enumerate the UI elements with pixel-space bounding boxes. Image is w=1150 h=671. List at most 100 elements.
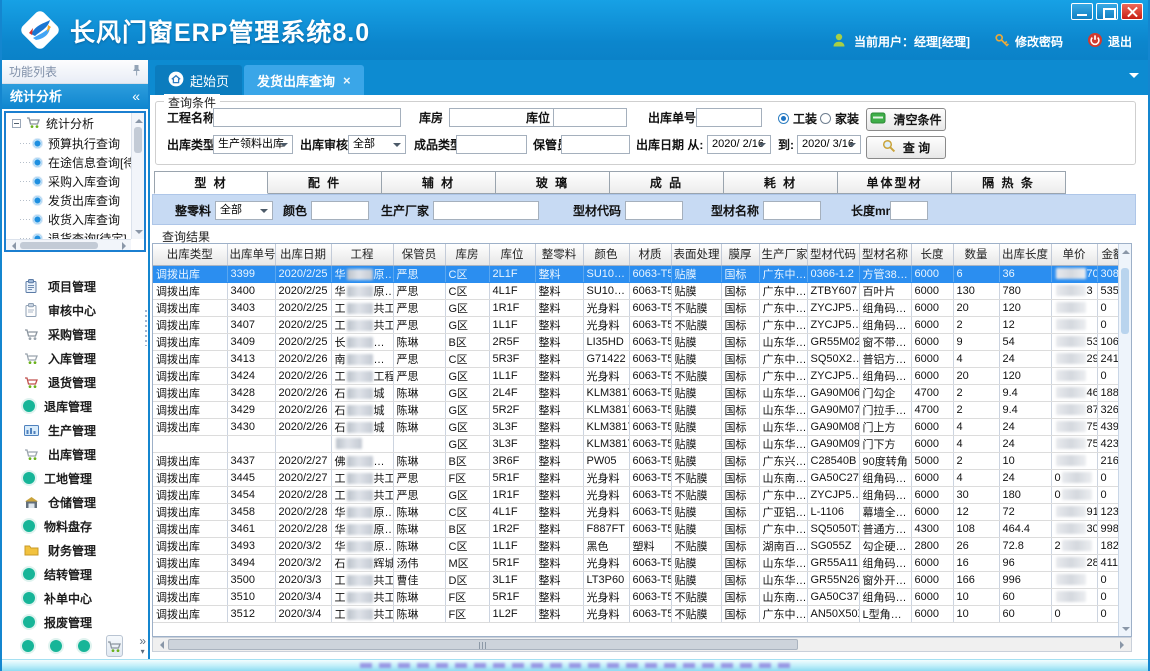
name-input[interactable] bbox=[763, 201, 821, 220]
close-button[interactable] bbox=[1121, 3, 1143, 20]
cart-shortcut-button[interactable] bbox=[106, 635, 123, 657]
change-password-button[interactable]: 修改密码 bbox=[994, 32, 1063, 51]
tree-item[interactable]: 在途信息查询[待 bbox=[6, 153, 144, 172]
column-header[interactable]: 生产厂家 bbox=[759, 244, 807, 265]
table-row[interactable]: 调拨出库34542020/2/28工共工程严思G区1R1F整料光身料6063-T… bbox=[153, 486, 1129, 503]
sidebar-module-item[interactable]: 报废管理 bbox=[2, 610, 148, 634]
tree-horizontal-scrollbar[interactable] bbox=[6, 239, 131, 250]
maximize-button[interactable] bbox=[1096, 3, 1118, 20]
search-button[interactable]: 查 询 bbox=[866, 136, 946, 159]
material-tab[interactable]: 辅 材 bbox=[382, 171, 496, 194]
tree-item[interactable]: 采购入库查询 bbox=[6, 172, 144, 191]
table-row[interactable]: 调拨出库34032020/2/25工共工程严思G区1R1F整料光身料6063-T… bbox=[153, 299, 1129, 316]
table-row[interactable]: 调拨出库34242020/2/26工工程严思G区1L1F整料光身料6063-T5… bbox=[153, 367, 1129, 384]
radio-gongzhuang[interactable]: 工装 bbox=[778, 110, 817, 127]
table-row[interactable]: 调拨出库35122020/3/4工共工程陈琳F区1L2F整料光身料6063-T5… bbox=[153, 605, 1129, 622]
sidebar-module-item[interactable]: 退库管理 bbox=[2, 394, 148, 418]
material-tab[interactable]: 隔 热 条 bbox=[952, 171, 1066, 194]
product-type-input[interactable] bbox=[456, 135, 527, 154]
material-tab[interactable]: 配 件 bbox=[268, 171, 382, 194]
column-header[interactable]: 出库类型 bbox=[153, 244, 227, 265]
table-row[interactable]: 调拨出库35002020/3/3工共工程曹佳D区3L1F整料LT3P606063… bbox=[153, 571, 1129, 588]
material-tab[interactable]: 型 材 bbox=[154, 171, 268, 194]
table-row[interactable]: G区3L3F整料KLM38176063-T5贴膜国标山东华…GA90M09.门下… bbox=[153, 435, 1129, 452]
sidebar-module-item[interactable]: 退货管理 bbox=[2, 370, 148, 394]
sidebar-module-item[interactable]: 仓储管理 bbox=[2, 490, 148, 514]
stats-section-header[interactable]: 统计分析 « bbox=[2, 84, 148, 109]
pin-icon[interactable] bbox=[132, 60, 141, 84]
radio-jiazhuang[interactable]: 家装 bbox=[820, 110, 859, 127]
tree-item[interactable]: 发货出库查询 bbox=[6, 191, 144, 210]
sidebar-module-item[interactable]: 生产管理 bbox=[2, 418, 148, 442]
expander-icon[interactable] bbox=[12, 119, 21, 128]
column-header[interactable]: 单价 bbox=[1051, 244, 1097, 265]
tree-vertical-scrollbar[interactable] bbox=[131, 113, 144, 239]
column-header[interactable]: 长度 bbox=[911, 244, 953, 265]
clear-conditions-button[interactable]: 清空条件 bbox=[866, 108, 946, 131]
minimize-button[interactable] bbox=[1071, 3, 1093, 20]
project-name-input[interactable] bbox=[213, 108, 401, 127]
table-horizontal-scrollbar[interactable] bbox=[152, 637, 1132, 652]
sidebar-module-item[interactable]: 结转管理 bbox=[2, 562, 148, 586]
material-tab[interactable]: 单体型材 bbox=[838, 171, 952, 194]
table-row[interactable]: 调拨出库34612020/2/28华原…陈琳B区1R2F整料F887FT6063… bbox=[153, 520, 1129, 537]
column-header[interactable]: 保管员 bbox=[393, 244, 445, 265]
collapse-chevron-icon[interactable]: « bbox=[132, 84, 140, 109]
table-row[interactable]: 调拨出库34302020/2/26石城陈琳G区3L3F整料KLM38176063… bbox=[153, 418, 1129, 435]
sidebar-module-item[interactable]: 项目管理 bbox=[2, 274, 148, 298]
table-row[interactable]: 调拨出库34582020/2/28华原…陈琳C区4L1F整料光身料6063-T5… bbox=[153, 503, 1129, 520]
order-no-input[interactable] bbox=[696, 108, 762, 127]
column-header[interactable]: 库位 bbox=[489, 244, 535, 265]
tab-home[interactable]: 起始页 bbox=[155, 65, 242, 95]
tree-item[interactable]: 收货入库查询 bbox=[6, 210, 144, 229]
column-header[interactable]: 库房 bbox=[445, 244, 489, 265]
table-row[interactable]: 调拨出库34452020/2/27工共工程严思F区5R1F整料光身料6063-T… bbox=[153, 469, 1129, 486]
date-to-picker[interactable]: 2020/ 3/16 bbox=[797, 135, 861, 154]
scrollbar-thumb[interactable] bbox=[168, 639, 798, 650]
sidebar-module-item[interactable]: 补单中心 bbox=[2, 586, 148, 610]
column-header[interactable]: 膜厚 bbox=[721, 244, 759, 265]
tree-item[interactable]: 预算执行查询 bbox=[6, 134, 144, 153]
material-tab[interactable]: 成 品 bbox=[610, 171, 724, 194]
out-type-dropdown[interactable]: 生产领料出库 bbox=[213, 135, 293, 154]
zl-dropdown[interactable]: 全部 bbox=[215, 201, 273, 220]
tree-root-stats[interactable]: 统计分析 bbox=[6, 113, 144, 134]
column-header[interactable]: 型材名称 bbox=[859, 244, 911, 265]
material-tab[interactable]: 耗 材 bbox=[724, 171, 838, 194]
column-header[interactable]: 工程 bbox=[331, 244, 393, 265]
date-from-picker[interactable]: 2020/ 2/16 bbox=[707, 135, 771, 154]
logout-button[interactable]: 退出 bbox=[1087, 32, 1132, 51]
sidebar-module-item[interactable]: 采购管理 bbox=[2, 322, 148, 346]
table-row[interactable]: 调拨出库34942020/3/2石辉城汤伟M区5R1F整料光身料6063-T5贴… bbox=[153, 554, 1129, 571]
sidebar-overflow-button[interactable]: »▾ bbox=[139, 637, 146, 656]
table-row[interactable]: 调拨出库34092020/2/25长…陈琳B区2R5F整料LI35HD6063-… bbox=[153, 333, 1129, 350]
column-header[interactable]: 数量 bbox=[953, 244, 999, 265]
column-header[interactable]: 出库日期 bbox=[275, 244, 331, 265]
factory-input[interactable] bbox=[433, 201, 539, 220]
column-header[interactable]: 材质 bbox=[629, 244, 671, 265]
table-row[interactable]: 调拨出库34002020/2/25华原…严思C区4L1F整料SU10…6063-… bbox=[153, 282, 1129, 299]
sidebar-module-item[interactable]: 财务管理 bbox=[2, 538, 148, 562]
tab-close-icon[interactable]: × bbox=[343, 73, 351, 88]
column-header[interactable]: 型材代码 bbox=[807, 244, 859, 265]
table-row[interactable]: 调拨出库34132020/2/26南…严思C区5R3F整料G714226063-… bbox=[153, 350, 1129, 367]
column-header[interactable]: 颜色 bbox=[583, 244, 629, 265]
material-tab[interactable]: 玻 璃 bbox=[496, 171, 610, 194]
column-header[interactable]: 表面处理 bbox=[671, 244, 721, 265]
length-input[interactable] bbox=[890, 201, 928, 220]
audit-dropdown[interactable]: 全部 bbox=[348, 135, 406, 154]
sidebar-module-item[interactable]: 审核中心 bbox=[2, 298, 148, 322]
column-header[interactable]: 整零料 bbox=[535, 244, 583, 265]
sidebar-module-item[interactable]: 入库管理 bbox=[2, 346, 148, 370]
sidebar-module-item[interactable]: 出库管理 bbox=[2, 442, 148, 466]
tab-shipment-out-query[interactable]: 发货出库查询× bbox=[244, 65, 364, 95]
keeper-input[interactable] bbox=[561, 135, 630, 154]
table-vertical-scrollbar[interactable] bbox=[1118, 244, 1131, 636]
table-row[interactable]: 调拨出库34282020/2/26石城陈琳G区2L4F整料KLM38176063… bbox=[153, 384, 1129, 401]
column-header[interactable]: 出库单号 bbox=[227, 244, 275, 265]
table-row[interactable]: 调拨出库33992020/2/25华原…严思C区2L1F整料SU10…6063-… bbox=[153, 265, 1129, 282]
table-row[interactable]: 调拨出库34072020/2/25工共工程严思G区1L1F整料光身料6063-T… bbox=[153, 316, 1129, 333]
table-row[interactable]: 调拨出库34292020/2/26石城陈琳G区5R2F整料KLM38176063… bbox=[153, 401, 1129, 418]
table-row[interactable]: 调拨出库34932020/3/2华原…陈琳C区1L1F整料黑色塑料不贴膜国标湖南… bbox=[153, 537, 1129, 554]
code-input[interactable] bbox=[625, 201, 683, 220]
